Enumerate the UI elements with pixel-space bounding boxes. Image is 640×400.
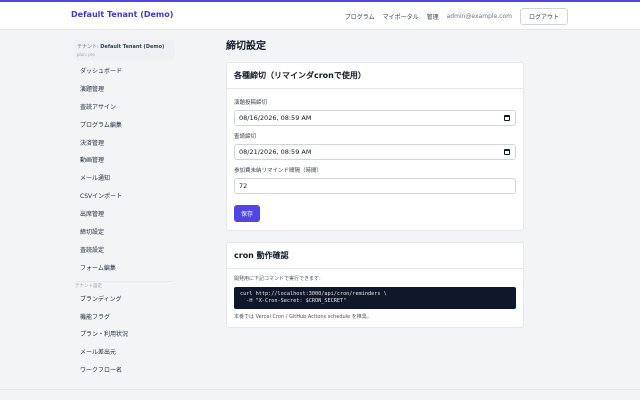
cron-hint: 開発用に下記コマンドで実行できます: [234,276,321,282]
sidebar-item-dashboard[interactable]: ダッシュボード [73,63,175,81]
deadlines-form: 演題投稿締切 08/16/2026, 08:59 AM 査読締切 08/21/2… [227,89,523,230]
deadlines-card-title: 各種締切（リマインダcronで使用） [227,63,523,89]
sidebar-section-label: テナント設定 [75,283,102,289]
cron-card: cron 動作確認 開発用に下記コマンドで実行できます: curl http:/… [226,242,524,328]
sidebar-item-attendance[interactable]: 出席管理 [73,206,175,224]
sidebar-item-feature-flags[interactable]: 機能フラグ [73,309,175,327]
submission-deadline-label: 演題投稿締切 [234,100,268,106]
sidebar-item-form-edit[interactable]: フォーム編集 [73,260,175,278]
tenant-plan: plan: pro [77,52,95,57]
tenant-line: テナント: Default Tenant (Demo) [77,43,171,50]
review-deadline-label: 査読締切 [234,134,257,140]
sidebar-item-csv-import[interactable]: CSVインポート [73,188,175,206]
user-email: admin@example.com [446,13,512,20]
sidebar-item-workflow-name[interactable]: ワークフロー名 [73,362,175,380]
sidebar-item-payments[interactable]: 決済管理 [73,135,175,153]
reminder-interval-label: 参加費未納リマインド間隔（時間） [234,168,323,174]
reminder-interval-value: 72 [239,182,248,190]
code-line: curl http://localhost:3000/api/cron/remi… [240,291,387,297]
review-deadline-input[interactable]: 08/21/2026, 08:59 AM [234,144,516,160]
calendar-icon[interactable] [504,149,510,155]
sidebar-item-review-settings[interactable]: 査読設定 [73,242,175,260]
deadlines-card: 各種締切（リマインダcronで使用） 演題投稿締切 08/16/2026, 08… [226,62,524,231]
nav-link-my-portal[interactable]: マイポータル [383,12,419,21]
tenant-name: Default Tenant (Demo) [100,44,165,50]
sidebar-item-videos[interactable]: 動画管理 [73,152,175,170]
submission-deadline-value: 08/16/2026, 08:59 AM [239,114,312,122]
sidebar-item-review-assign[interactable]: 査読アサイン [73,99,175,117]
cron-code-block[interactable]: curl http://localhost:3000/api/cron/remi… [234,287,516,309]
sidebar-item-plan-usage[interactable]: プラン・利用状況 [73,326,175,344]
top-nav: プログラム マイポータル 管理 admin@example.com ログアウト [345,8,568,25]
code-line: -H "X-Cron-Secret: $CRON_SECRET" [240,298,347,304]
sidebar-item-email-notify[interactable]: メール通知 [73,170,175,188]
page-title: 締切設定 [226,41,266,52]
tenant-label: テナント: [77,44,99,50]
main-content: 締切設定 各種締切（リマインダcronで使用） 演題投稿締切 08/16/202… [226,40,524,328]
reminder-interval-input[interactable]: 72 [234,178,516,194]
sidebar-item-program-edit[interactable]: プログラム編集 [73,117,175,135]
sidebar: テナント: Default Tenant (Demo) plan: pro ダッ… [73,40,175,380]
sidebar-item-abstracts[interactable]: 演題管理 [73,81,175,99]
review-deadline-value: 08/21/2026, 08:59 AM [239,148,312,156]
logout-button[interactable]: ログアウト [519,8,568,25]
save-button[interactable]: 保存 [234,205,260,222]
top-bar: Default Tenant (Demo) プログラム マイポータル 管理 ad… [0,0,640,30]
calendar-icon[interactable] [504,115,510,121]
cron-card-body: 開発用に下記コマンドで実行できます: curl http://localhost… [227,269,523,327]
cron-note: 本番では Vercel Cron / GitHub Actions schedu… [234,314,372,320]
footer-divider [0,389,640,390]
sidebar-item-branding[interactable]: ブランディング [73,291,175,309]
submission-deadline-input[interactable]: 08/16/2026, 08:59 AM [234,110,516,126]
nav-link-admin[interactable]: 管理 [427,12,439,21]
brand-title[interactable]: Default Tenant (Demo) [71,10,173,19]
cron-card-title: cron 動作確認 [227,243,523,269]
sidebar-item-deadlines[interactable]: 締切設定 [73,224,175,242]
nav-link-program[interactable]: プログラム [345,12,375,21]
tenant-info: テナント: Default Tenant (Demo) plan: pro [73,40,175,60]
sidebar-item-mail-sender[interactable]: メール差出元 [73,344,175,362]
